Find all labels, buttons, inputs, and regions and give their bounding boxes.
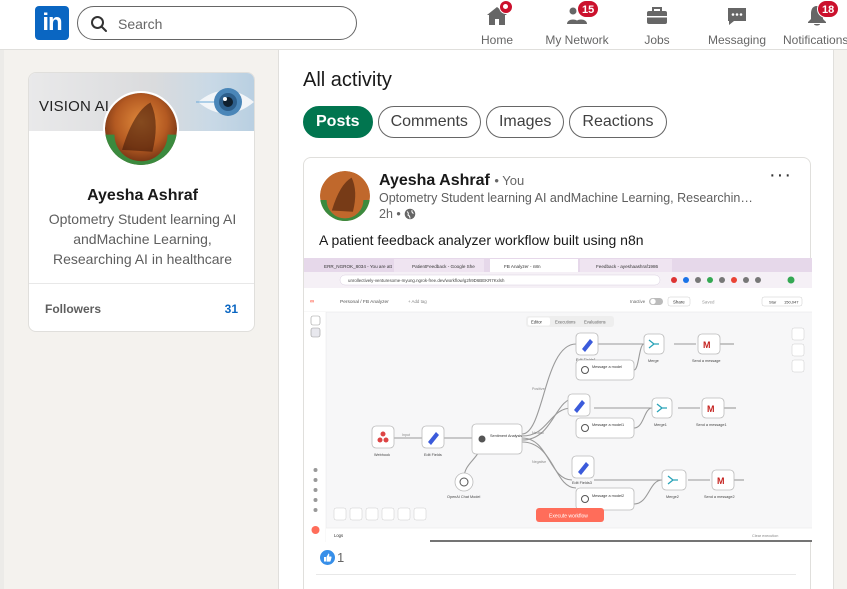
node-webhook: Webhook	[374, 453, 390, 457]
nav-notifications[interactable]: 18 Notifications	[783, 0, 847, 47]
filter-comments[interactable]: Comments	[377, 106, 481, 138]
globe-icon	[404, 208, 416, 220]
node-merge1: Merge1	[654, 423, 667, 427]
reactions-count: 1	[337, 550, 345, 565]
bell-icon: 18	[805, 0, 840, 28]
nav-notifications-label: Notifications	[783, 33, 847, 47]
briefcase-icon	[645, 4, 669, 28]
top-navigation: in Search Home 15 My Network Jobs Messag…	[0, 0, 847, 50]
svg-text:M: M	[717, 476, 725, 486]
eye-graphic-icon	[196, 88, 254, 116]
n8n-star: Star	[769, 300, 777, 305]
post-image[interactable]: ERR_NGROK_8034 - You are att PatientFeed…	[304, 258, 812, 542]
like-reaction-icon	[320, 550, 335, 565]
node-send-message1: Send a message1	[696, 423, 727, 427]
n8n-tab-editor: Editor	[531, 320, 543, 325]
banner-text: VISION AI	[39, 98, 110, 115]
svg-text:∞: ∞	[310, 299, 314, 305]
n8n-clear-execution: Clear execution	[752, 534, 778, 538]
node-message-model: Message a model	[592, 365, 622, 369]
node-message-model2: Message a model2	[592, 494, 624, 498]
n8n-tab-executions: Executions	[555, 320, 575, 325]
nav-my-network-label: My Network	[545, 33, 609, 47]
n8n-star-count: 150,047	[784, 300, 799, 305]
messaging-icon	[725, 4, 749, 28]
n8n-saved: Saved	[702, 300, 715, 305]
followers-label[interactable]: Followers	[45, 302, 101, 316]
followers-count[interactable]: 31	[225, 302, 238, 316]
n8n-execute-workflow: Execute workflow	[549, 514, 588, 520]
edge-label-positive: Positive	[532, 387, 545, 391]
node-send-message2: Send a message2	[704, 495, 735, 499]
notifications-badge: 18	[817, 0, 840, 18]
activity-title: All activity	[303, 69, 392, 91]
home-icon	[485, 0, 513, 28]
nav-home-label: Home	[481, 33, 514, 47]
profile-card[interactable]: VISION AI Ayesha Ashraf Optometry Studen…	[28, 72, 255, 332]
post-author-avatar[interactable]	[320, 171, 370, 221]
edge-label-negative: Negative	[532, 460, 546, 464]
nav-jobs[interactable]: Jobs	[641, 4, 673, 47]
divider	[29, 283, 254, 284]
post-text: A patient feedback analyzer workflow bui…	[319, 232, 644, 248]
edge-label-neutral: Neutral	[532, 431, 544, 435]
filter-posts[interactable]: Posts	[303, 106, 373, 138]
browser-tab-2: PatientFeedback - Google She	[412, 264, 475, 269]
profile-name[interactable]: Ayesha Ashraf	[29, 187, 254, 205]
search-icon	[91, 16, 107, 32]
post-time: 2h •	[379, 207, 401, 221]
post-timestamp: 2h •	[379, 207, 416, 221]
nav-jobs-label: Jobs	[644, 33, 670, 47]
node-edit-fields: Edit Fields	[424, 453, 442, 457]
node-merge2: Merge2	[666, 495, 679, 499]
post-you-label: • You	[494, 173, 525, 188]
browser-tab-3: FB Analyzer - n8n	[504, 264, 541, 269]
n8n-add-tag: + Add tag	[408, 299, 427, 304]
search-bar[interactable]: Search	[77, 6, 357, 40]
node-send-message: Send a message	[692, 359, 721, 363]
nav-my-network[interactable]: 15 My Network	[545, 0, 609, 47]
browser-tab-1: ERR_NGROK_8034 - You are att	[324, 264, 393, 269]
post-author-headline: Optometry Student learning AI andMachine…	[379, 191, 759, 205]
network-badge: 15	[577, 0, 600, 18]
nav-home[interactable]: Home	[481, 0, 514, 47]
edge-label-input: Input	[402, 433, 410, 437]
n8n-logs: Logs	[334, 533, 343, 538]
post-more-options-icon[interactable]: ···	[769, 164, 792, 187]
post-card: Ayesha Ashraf • You Optometry Student le…	[303, 157, 812, 589]
node-edit-fields3: Edit Fields3	[572, 481, 592, 485]
browser-url: unrollectively-venturesome-myung.ngrok-f…	[348, 278, 505, 283]
linkedin-logo[interactable]: in	[35, 6, 69, 40]
svg-text:M: M	[703, 340, 711, 350]
filter-images[interactable]: Images	[485, 106, 565, 138]
n8n-workflow-screenshot: ERR_NGROK_8034 - You are att PatientFeed…	[304, 258, 812, 542]
page-gutter	[0, 50, 4, 589]
network-icon: 15	[565, 0, 600, 28]
nav-messaging[interactable]: Messaging	[706, 4, 768, 47]
svg-text:M: M	[707, 404, 715, 414]
profile-avatar[interactable]	[103, 91, 179, 167]
n8n-tab-evaluations: Evaluations	[584, 320, 606, 325]
n8n-inactive: Inactive	[630, 299, 646, 304]
node-sentiment-analysis: Sentiment Analysis	[490, 434, 522, 438]
node-openai-chat-model: OpenAI Chat Model	[447, 495, 481, 499]
nav-messaging-label: Messaging	[707, 33, 767, 47]
node-message-model1: Message a model1	[592, 423, 624, 427]
browser-tab-4: Feedback - ayeshaashraf1986	[596, 264, 659, 269]
home-notification-dot	[499, 0, 513, 14]
filter-reactions[interactable]: Reactions	[569, 106, 667, 138]
n8n-breadcrumb: Personal / FB Analyzer	[340, 299, 389, 305]
profile-headline: Optometry Student learning AI andMachine…	[48, 211, 237, 267]
post-author[interactable]: Ayesha Ashraf • You	[379, 172, 524, 190]
post-author-name[interactable]: Ayesha Ashraf	[379, 172, 490, 189]
activity-filters: Posts Comments Images Reactions	[303, 106, 672, 138]
node-merge: Merge	[648, 359, 659, 363]
post-reactions[interactable]: 1	[320, 550, 344, 565]
n8n-share: Share	[673, 300, 685, 305]
post-divider	[316, 574, 796, 575]
activity-panel: All activity Posts Comments Images Reaction…	[278, 50, 834, 589]
search-placeholder: Search	[118, 16, 163, 32]
